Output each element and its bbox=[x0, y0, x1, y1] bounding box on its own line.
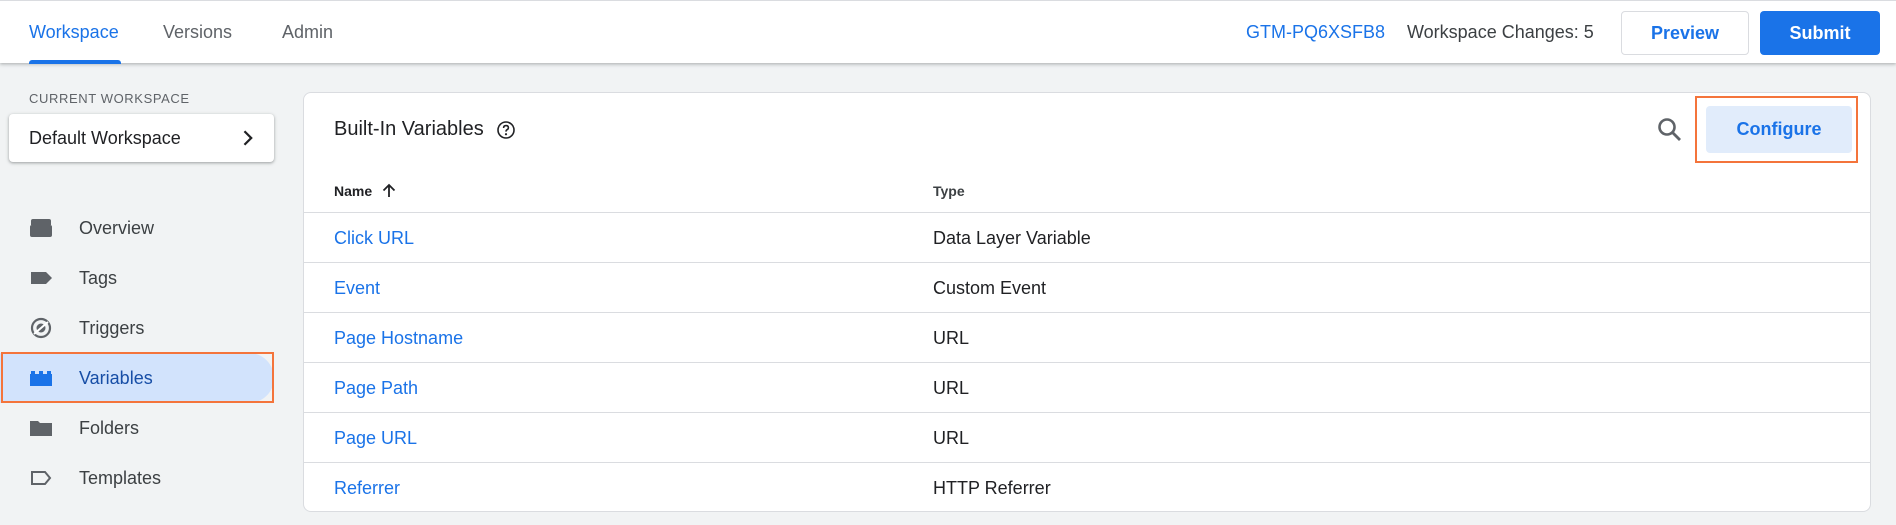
table-row: Event Custom Event bbox=[304, 263, 1870, 313]
sidebar-item-label: Overview bbox=[79, 218, 155, 238]
workspace-name: Default Workspace bbox=[29, 128, 181, 148]
column-header-name[interactable]: Name bbox=[334, 169, 372, 213]
workspace-selector[interactable]: Default Workspace bbox=[9, 114, 274, 162]
tab-workspace[interactable]: Workspace bbox=[29, 1, 121, 64]
variables-icon bbox=[30, 371, 52, 386]
sidebar-item-label: Variables bbox=[79, 368, 153, 388]
submit-button[interactable]: Submit bbox=[1760, 11, 1880, 55]
tab-admin-label: Admin bbox=[282, 22, 334, 42]
trigger-icon bbox=[30, 317, 52, 339]
table-row: Page Path URL bbox=[304, 363, 1870, 413]
overview-icon bbox=[30, 219, 52, 237]
tag-icon bbox=[31, 272, 52, 284]
variable-name-link[interactable]: Click URL bbox=[334, 213, 414, 263]
folder-icon bbox=[30, 421, 52, 436]
search-icon[interactable] bbox=[1655, 115, 1685, 145]
tab-workspace-label: Workspace bbox=[29, 22, 119, 42]
chevron-right-icon bbox=[243, 130, 253, 146]
variable-type: URL bbox=[933, 328, 970, 348]
preview-button[interactable]: Preview bbox=[1621, 11, 1749, 55]
sidebar-item-label: Tags bbox=[79, 268, 118, 288]
sidebar-item-label: Triggers bbox=[79, 318, 145, 338]
page-title: Built-In Variables bbox=[334, 118, 484, 140]
table-row: Page URL URL bbox=[304, 413, 1870, 463]
tab-admin[interactable]: Admin bbox=[282, 1, 333, 64]
table-row: Referrer HTTP Referrer bbox=[304, 463, 1870, 511]
sidebar-item-tags[interactable]: Tags bbox=[0, 253, 274, 303]
variable-name-link[interactable]: Page Path bbox=[334, 363, 418, 413]
variable-type: HTTP Referrer bbox=[933, 478, 1051, 498]
variable-type: Data Layer Variable bbox=[933, 228, 1091, 248]
table-row: Page Hostname URL bbox=[304, 313, 1870, 363]
current-workspace-label: CURRENT WORKSPACE bbox=[29, 91, 190, 106]
sidebar-item-variables[interactable]: Variables bbox=[0, 353, 274, 403]
built-in-variables-card: Built-In Variables Configure Name Type C… bbox=[303, 92, 1871, 512]
tab-versions[interactable]: Versions bbox=[163, 1, 232, 64]
table-header: Name Type bbox=[304, 169, 1870, 213]
variable-name-link[interactable]: Page Hostname bbox=[334, 313, 463, 363]
variable-type: Custom Event bbox=[933, 278, 1047, 298]
table-row: Click URL Data Layer Variable bbox=[304, 213, 1870, 263]
variable-type: URL bbox=[933, 428, 970, 448]
container-id-link[interactable]: GTM-PQ6XSFB8 bbox=[1246, 1, 1385, 64]
variable-name-link[interactable]: Page URL bbox=[334, 413, 417, 463]
sidebar-item-folders[interactable]: Folders bbox=[0, 403, 274, 453]
help-icon[interactable] bbox=[496, 120, 516, 140]
sidebar-item-overview[interactable]: Overview bbox=[0, 203, 274, 253]
variable-name-link[interactable]: Event bbox=[334, 263, 380, 313]
workspace-changes-count: Workspace Changes: 5 bbox=[1407, 22, 1594, 42]
sidebar-item-label: Folders bbox=[79, 418, 140, 438]
column-header-type: Type bbox=[933, 183, 965, 199]
variable-type: URL bbox=[933, 378, 970, 398]
sidebar-item-label: Templates bbox=[79, 468, 162, 488]
sidebar-item-triggers[interactable]: Triggers bbox=[0, 303, 274, 353]
configure-button[interactable]: Configure bbox=[1706, 106, 1852, 153]
tab-versions-label: Versions bbox=[163, 22, 233, 42]
arrow-up-icon[interactable] bbox=[379, 181, 399, 201]
top-app-bar: Workspace Versions Admin GTM-PQ6XSFB8 Wo… bbox=[0, 0, 1896, 64]
sidebar-item-templates[interactable]: Templates bbox=[0, 453, 274, 503]
variable-name-link[interactable]: Referrer bbox=[334, 463, 400, 511]
template-icon bbox=[31, 471, 52, 485]
